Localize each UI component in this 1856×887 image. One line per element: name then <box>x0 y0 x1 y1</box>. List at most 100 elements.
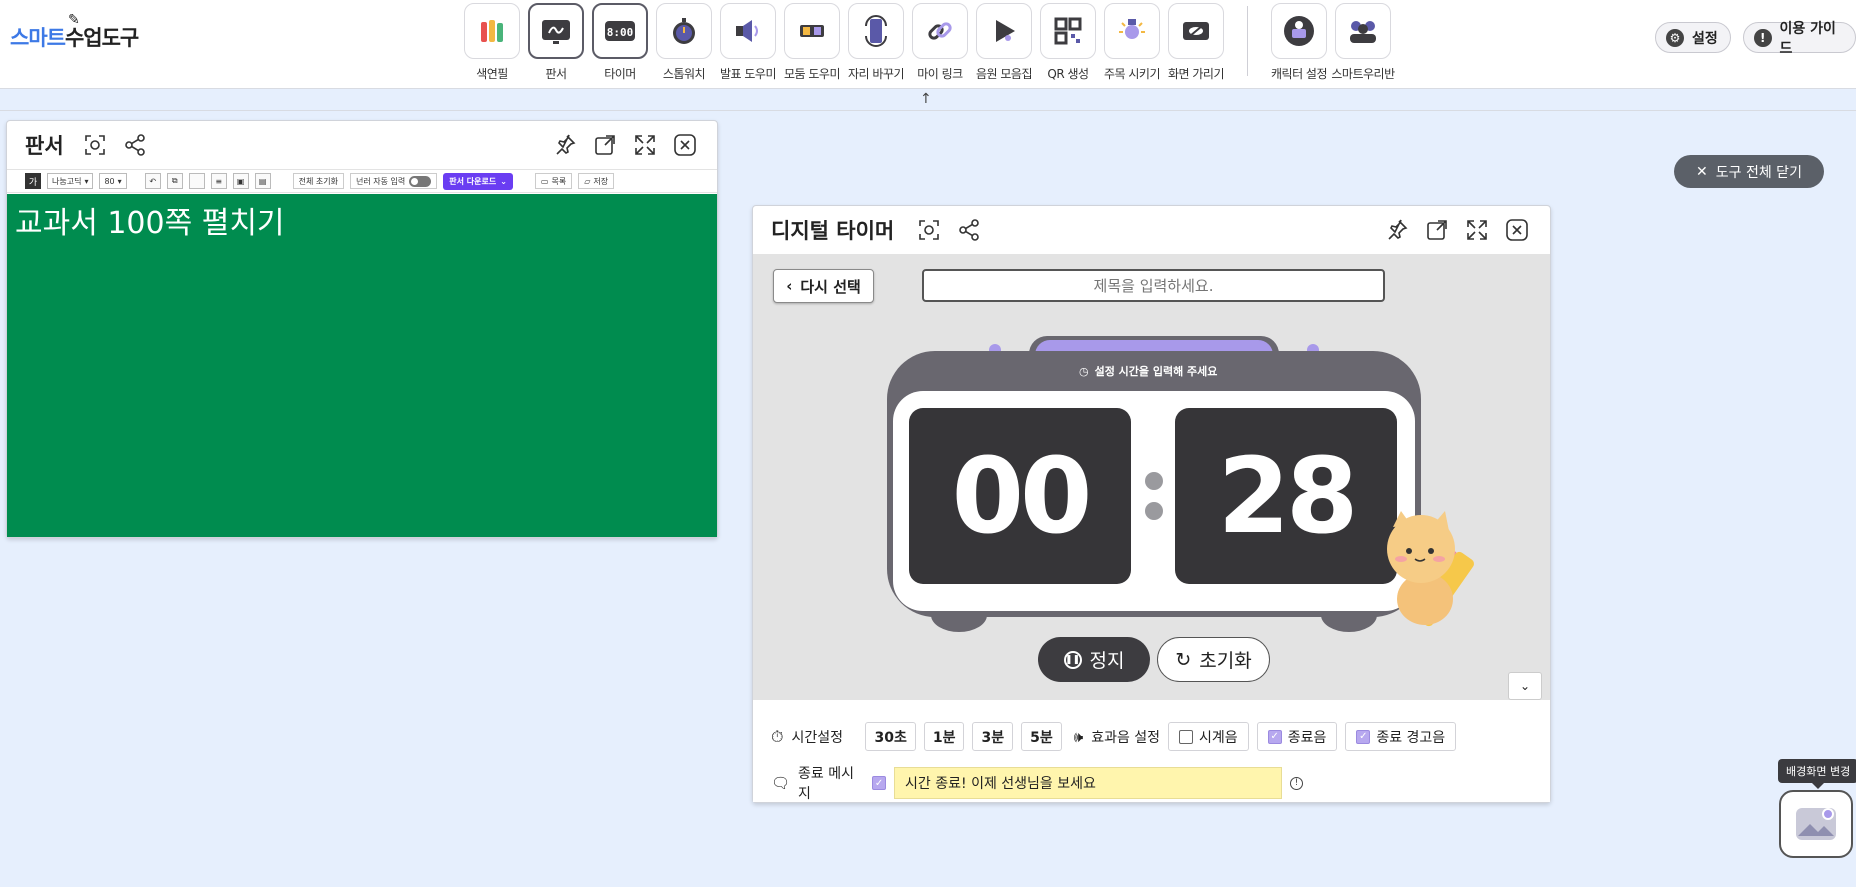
list-button[interactable]: ▭ 목록 <box>534 173 573 189</box>
share-icon[interactable] <box>123 133 147 157</box>
minutes-display[interactable]: 00 <box>909 408 1131 584</box>
reselect-button[interactable]: ‹ 다시 선택 <box>773 269 874 303</box>
tool-label: 캐릭터 설정 <box>1270 67 1328 81</box>
share-icon[interactable] <box>957 218 981 242</box>
tool-group[interactable]: 모둠 도우미 <box>780 3 844 82</box>
tool-board[interactable]: 판서 <box>524 3 588 82</box>
save-button[interactable]: ▱ 저장 <box>578 173 615 189</box>
stop-label: 정지 <box>1089 650 1125 672</box>
preset-3m-button[interactable]: 3분 <box>972 722 1014 751</box>
end-message-input[interactable]: 시간 종료! 이제 선생님을 보세요 <box>894 767 1283 799</box>
tool-music[interactable]: 음원 모음집 <box>972 3 1036 82</box>
download-button[interactable]: 판서 다운로드 ⌄ <box>443 172 513 190</box>
tool-spotlight[interactable]: 주목 시키기 <box>1100 3 1164 82</box>
clock-hint-text: 설정 시간을 입력해 주세요 <box>1094 365 1218 378</box>
spotlight-icon <box>1119 19 1145 39</box>
reset-button[interactable]: ↻ 초기화 <box>1157 637 1270 682</box>
tool-qr[interactable]: QR 생성 <box>1036 3 1100 82</box>
board-text[interactable]: 교과서 100쪽 펼치기 <box>15 198 285 242</box>
class-icon <box>1350 21 1376 43</box>
tool-smart-class[interactable]: 스마트우리반 <box>1331 3 1395 82</box>
seat-swap-icon <box>865 15 887 47</box>
tool-seat-swap[interactable]: 자리 바꾸기 <box>844 3 908 82</box>
gear-icon: ⚙ <box>1666 28 1684 47</box>
popout-icon[interactable] <box>1425 218 1449 242</box>
text-box-icon[interactable]: ▤ <box>254 173 271 189</box>
tool-timer[interactable]: 8:00 타이머 <box>588 3 652 82</box>
seconds-display[interactable]: 28 <box>1175 408 1397 584</box>
auto-input-label: 넌러 자동 입력 <box>356 176 406 186</box>
extra-tool-list: 캐릭터 설정 스마트우리반 <box>1267 3 1395 82</box>
warning-sound-label: 종료 경고음 <box>1376 729 1446 746</box>
font-select[interactable]: 나눔고딕 ▾ <box>47 173 94 189</box>
logo-sparkle-icon: ✎ <box>68 12 80 28</box>
popout-icon[interactable] <box>593 133 617 157</box>
close-all-tools-button[interactable]: ✕ 도구 전체 닫기 <box>1674 155 1824 188</box>
warning-sound-option[interactable]: 종료 경고음 <box>1345 722 1457 751</box>
guide-label: 이용 가이드 <box>1779 20 1836 57</box>
preset-1m-button[interactable]: 1분 <box>923 722 965 751</box>
timer-title-input[interactable] <box>922 269 1385 302</box>
text-style-button[interactable]: 가 <box>25 173 41 189</box>
image-icon[interactable]: ▣ <box>232 173 249 189</box>
end-sound-option[interactable]: 종료음 <box>1256 722 1338 751</box>
timer-title: 디지털 타이머 <box>771 219 895 243</box>
align-icon[interactable]: ≡ <box>210 173 227 189</box>
tool-label: 발표 도우미 <box>719 67 777 81</box>
bg-change-button[interactable] <box>1779 790 1853 858</box>
copy-icon[interactable]: ⧉ <box>166 173 183 189</box>
guide-button[interactable]: ! 이용 가이드 <box>1743 21 1856 57</box>
fullscreen-icon[interactable] <box>1465 218 1489 242</box>
message-icon: 🗨 <box>771 774 791 792</box>
list-label: 목록 <box>551 176 567 186</box>
collapse-settings-button[interactable]: ⌄ <box>1508 672 1542 700</box>
tool-label: 스톱워치 <box>662 67 706 81</box>
pause-icon: ❚❚ <box>1063 650 1082 669</box>
pin-icon[interactable] <box>553 133 577 157</box>
colored-pencils-icon <box>481 20 503 42</box>
preset-30s-button[interactable]: 30초 <box>865 722 916 751</box>
timer-settings: ⏱ 시간설정 30초 1분 3분 5분 🕪 효과음 설정 시계음 종료음 종료 … <box>753 700 1550 802</box>
speaker-icon <box>736 20 758 42</box>
settings-button[interactable]: ⚙ 설정 <box>1655 22 1731 53</box>
board-canvas[interactable]: 교과서 100쪽 펼치기 <box>7 194 717 537</box>
fullscreen-icon[interactable] <box>633 133 657 157</box>
timer-header: 디지털 타이머 <box>753 206 1550 254</box>
info-icon[interactable]: ! <box>1290 776 1304 790</box>
tool-colored-pencil[interactable]: 색연필 <box>460 3 524 82</box>
auto-input-toggle-group[interactable]: 넌러 자동 입력 <box>350 173 438 189</box>
image-icon <box>1796 808 1836 840</box>
preset-5m-button[interactable]: 5분 <box>1021 722 1062 751</box>
warning-sound-checkbox[interactable] <box>1356 729 1371 744</box>
time-setting-row: ⏱ 시간설정 30초 1분 3분 5분 🕪 효과음 설정 시계음 종료음 종료 … <box>771 722 1457 751</box>
tool-label: 모둠 도우미 <box>783 67 841 81</box>
close-icon[interactable] <box>673 133 697 157</box>
font-size-select[interactable]: 80 ▾ <box>99 173 127 189</box>
chevron-down-icon: ▾ <box>84 176 89 186</box>
undo-icon[interactable]: ↶ <box>144 173 161 189</box>
stop-button[interactable]: ❚❚ 정지 <box>1038 637 1150 682</box>
group-icon <box>800 25 824 37</box>
board-format-toolbar: 가 나눔고딕 ▾ 80 ▾ ↶ ⧉ ≡ ▣ ▤ 전체 초기화 넌러 자동 입력 판서… <box>7 169 717 193</box>
auto-input-toggle[interactable] <box>409 175 432 187</box>
close-icon[interactable] <box>1505 218 1529 242</box>
capture-icon[interactable] <box>917 218 941 242</box>
app-logo[interactable]: ✎ 스마트 수업도구 <box>10 12 139 52</box>
capture-icon[interactable] <box>83 133 107 157</box>
screen-hide-icon <box>1183 22 1209 40</box>
tool-screen-hide[interactable]: 화면 가리기 <box>1164 3 1228 82</box>
tool-stopwatch[interactable]: 스톱워치 <box>652 3 716 82</box>
clear-all-button[interactable]: 전체 초기화 <box>292 173 345 189</box>
character-icon <box>1284 16 1314 46</box>
tool-character[interactable]: 캐릭터 설정 <box>1267 3 1331 82</box>
blank-icon[interactable] <box>188 173 205 189</box>
collapse-toolbar-arrow-icon[interactable]: ↑ <box>920 91 932 107</box>
end-sound-checkbox[interactable] <box>1267 729 1282 744</box>
tool-my-link[interactable]: 마이 링크 <box>908 3 972 82</box>
end-message-checkbox[interactable] <box>872 776 887 790</box>
chevron-left-icon: ‹ <box>786 277 793 295</box>
pin-icon[interactable] <box>1385 218 1409 242</box>
clock-sound-option[interactable]: 시계음 <box>1168 722 1249 751</box>
tool-presenter[interactable]: 발표 도우미 <box>716 3 780 82</box>
clock-sound-checkbox[interactable] <box>1179 729 1194 744</box>
